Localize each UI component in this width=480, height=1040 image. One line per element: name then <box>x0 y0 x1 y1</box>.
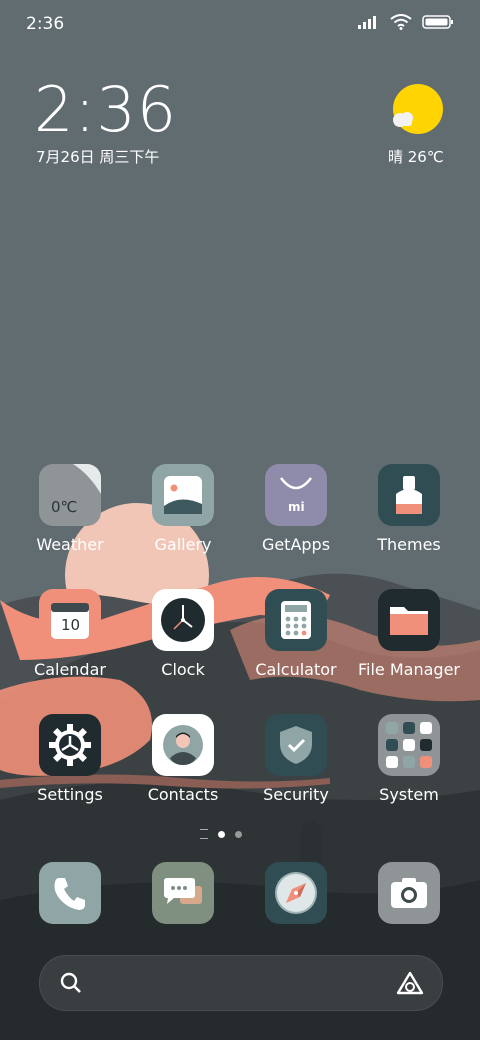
app-getapps[interactable]: mi GetApps <box>240 464 352 554</box>
themes-icon <box>378 464 440 526</box>
calculator-icon <box>265 589 327 651</box>
shield-icon <box>265 714 327 776</box>
wifi-icon <box>390 14 412 30</box>
dock-browser[interactable] <box>240 862 352 924</box>
widget-weather: 晴 26℃ <box>388 148 444 166</box>
getapps-mi-logo: mi <box>288 500 305 514</box>
app-label: Gallery <box>154 535 212 554</box>
app-label: System <box>379 785 439 804</box>
app-security[interactable]: Security <box>240 714 352 804</box>
folder-system[interactable]: System <box>353 714 465 804</box>
widget-date: 7月26日 周三下午 <box>36 148 160 166</box>
weather-icon-temp: 0℃ <box>51 498 78 516</box>
app-label: GetApps <box>261 535 331 554</box>
dock-phone[interactable] <box>14 862 126 924</box>
compass-icon <box>265 862 327 924</box>
app-label: Themes <box>377 535 441 554</box>
dock-camera[interactable] <box>353 862 465 924</box>
app-label: File Manager <box>358 660 460 679</box>
app-weather[interactable]: 0℃ Weather <box>14 464 126 554</box>
gear-icon <box>39 714 101 776</box>
search-bar[interactable] <box>39 955 443 1011</box>
app-label: Weather <box>36 535 104 554</box>
assistant-icon[interactable] <box>396 971 424 995</box>
folder-preview-icon <box>378 714 440 776</box>
camera-icon <box>378 862 440 924</box>
battery-icon <box>422 15 453 29</box>
app-gallery[interactable]: Gallery <box>127 464 239 554</box>
gallery-icon <box>152 464 214 526</box>
app-contacts[interactable]: Contacts <box>127 714 239 804</box>
dock-messages[interactable] <box>127 862 239 924</box>
phone-icon <box>39 862 101 924</box>
getapps-icon: mi <box>265 464 327 526</box>
app-themes[interactable]: Themes <box>353 464 465 554</box>
app-label: Calculator <box>255 660 337 679</box>
weather-app-icon: 0℃ <box>39 464 101 526</box>
clock-icon <box>152 589 214 651</box>
page-indicator[interactable] <box>200 829 242 839</box>
folder-icon <box>378 589 440 651</box>
page-dot <box>235 830 242 838</box>
status-time: 2:36 <box>26 14 65 34</box>
app-label: Settings <box>37 785 103 804</box>
app-clock[interactable]: Clock <box>127 589 239 679</box>
app-label: Clock <box>161 660 205 679</box>
status-bar: 2:36 <box>0 0 480 50</box>
app-label: Calendar <box>34 660 106 679</box>
calendar-day: 10 <box>61 616 81 634</box>
contacts-icon <box>152 714 214 776</box>
search-icon <box>60 972 81 993</box>
signal-icon <box>358 16 376 29</box>
app-file-manager[interactable]: File Manager <box>353 589 465 679</box>
app-settings[interactable]: Settings <box>14 714 126 804</box>
app-label: Contacts <box>147 785 219 804</box>
widget-clock[interactable]: 2:36 <box>34 78 177 142</box>
message-bubble-icon <box>152 862 214 924</box>
app-calendar[interactable]: 10 Calendar <box>14 589 126 679</box>
page-dot-active <box>218 830 225 838</box>
app-label: Security <box>263 785 329 804</box>
app-calculator[interactable]: Calculator <box>240 589 352 679</box>
menu-lines-icon <box>200 829 208 839</box>
calendar-icon: 10 <box>39 589 101 651</box>
